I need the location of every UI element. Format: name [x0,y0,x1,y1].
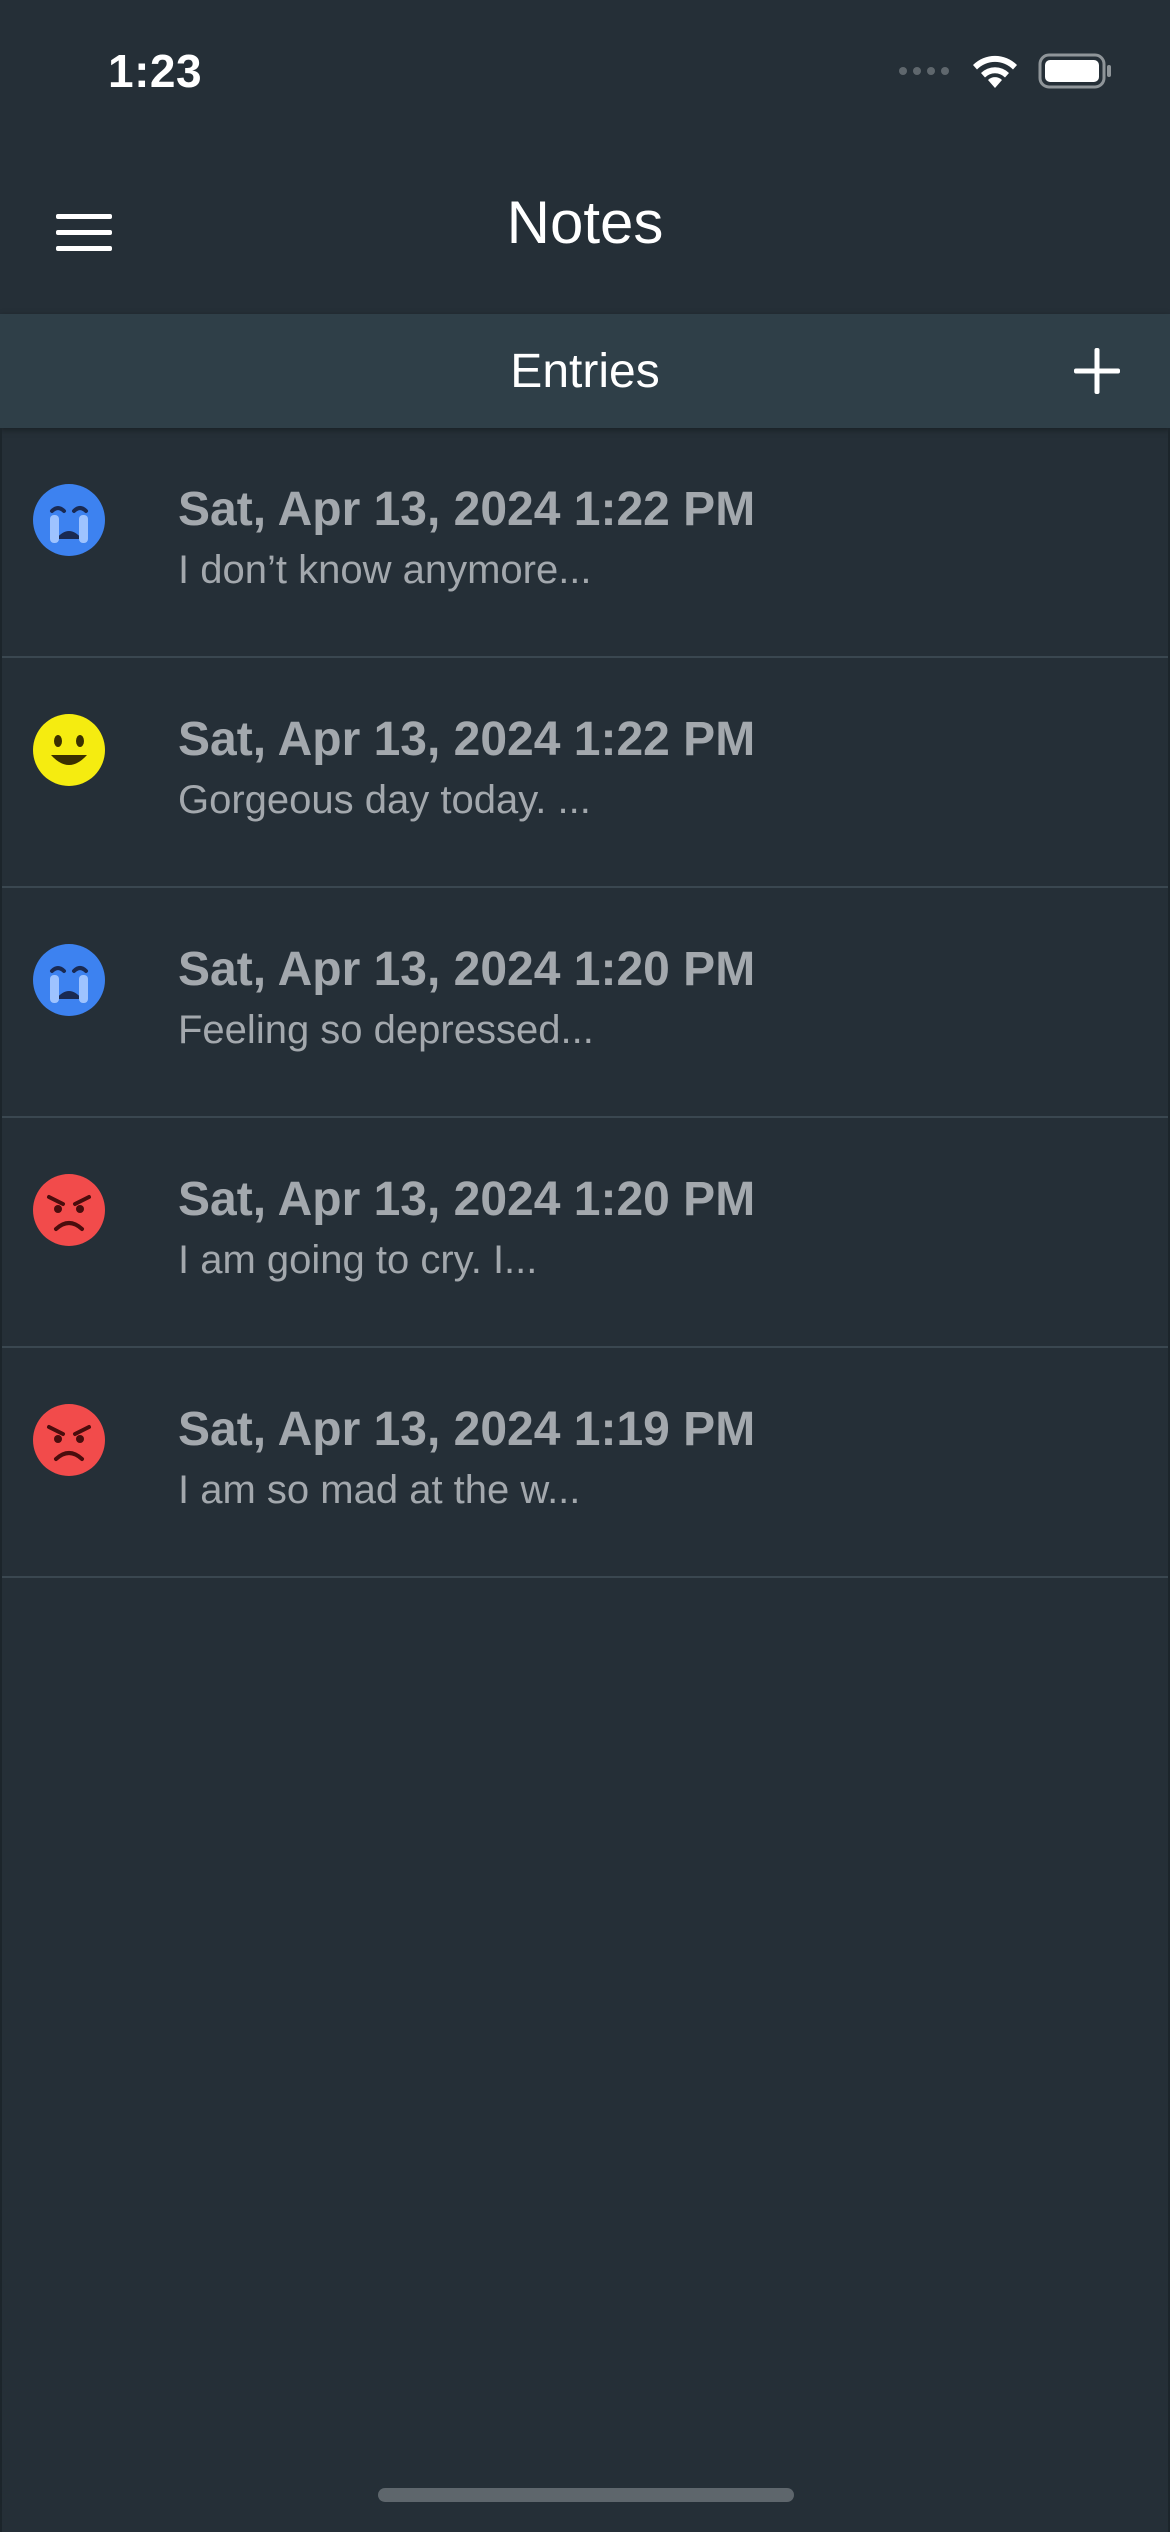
entry-preview: Feeling so depressed... [178,1008,594,1052]
home-indicator[interactable] [378,2488,794,2502]
entry-date: Sat, Apr 13, 2024 1:20 PM [178,943,756,996]
left-edge-divider [0,428,2,2532]
wifi-icon [973,55,1017,88]
entry-date: Sat, Apr 13, 2024 1:22 PM [178,713,756,766]
plus-icon [1074,348,1120,394]
angry-face-icon [33,1174,105,1246]
nav-bar: Notes [0,150,1170,312]
entry-row[interactable]: Sat, Apr 13, 2024 1:20 PM I am going to … [0,1118,1170,1348]
entry-date: Sat, Apr 13, 2024 1:19 PM [178,1403,756,1456]
section-header: Entries [0,314,1170,428]
entry-row[interactable]: Sat, Apr 13, 2024 1:22 PM Gorgeous day t… [0,658,1170,888]
status-time: 1:23 [108,45,203,97]
angry-face-icon [33,1404,105,1476]
happy-face-icon [33,714,105,786]
section-title: Entries [510,345,660,398]
entry-preview: I am so mad at the w... [178,1468,581,1512]
entry-preview: I am going to cry. I... [178,1238,538,1282]
status-icons [898,52,1114,90]
entry-row[interactable]: Sat, Apr 13, 2024 1:22 PM I don’t know a… [0,428,1170,658]
crying-face-icon [33,484,105,556]
page-title: Notes [506,189,664,256]
entry-date: Sat, Apr 13, 2024 1:20 PM [178,1173,756,1226]
entry-row[interactable]: Sat, Apr 13, 2024 1:20 PM Feeling so dep… [0,888,1170,1118]
entry-date: Sat, Apr 13, 2024 1:22 PM [178,483,756,536]
entry-preview: Gorgeous day today. ... [178,778,591,822]
battery-icon [1038,53,1111,89]
crying-face-icon [33,944,105,1016]
add-entry-button[interactable] [1060,334,1134,408]
entry-preview: I don’t know anymore... [178,548,592,592]
status-bar: 1:23 [0,0,1170,150]
entry-row[interactable]: Sat, Apr 13, 2024 1:19 PM I am so mad at… [0,1348,1170,1578]
entry-list: Sat, Apr 13, 2024 1:22 PM I don’t know a… [0,428,1170,1578]
cellular-signal-icon [899,67,949,75]
